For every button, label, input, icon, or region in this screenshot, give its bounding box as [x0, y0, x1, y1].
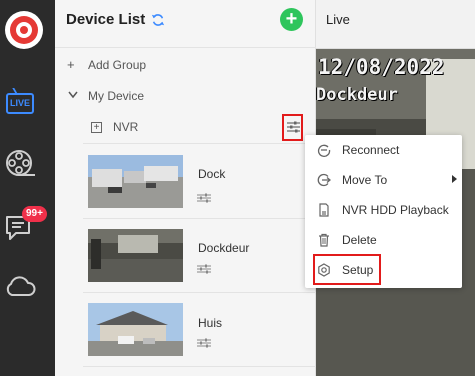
nvr-label[interactable]: NVR: [113, 120, 138, 134]
live-nav-icon[interactable]: LIVE: [6, 93, 34, 114]
submenu-arrow-icon: [452, 175, 457, 183]
trash-icon: [319, 233, 329, 247]
menu-item-move-to[interactable]: Move To: [305, 165, 462, 195]
message-count-badge: 99+: [22, 206, 47, 222]
sd-card-icon: [319, 203, 329, 217]
menu-item-label: Move To: [342, 173, 388, 187]
device-thumbnail-dock[interactable]: [88, 155, 183, 208]
live-title: Live: [326, 12, 350, 27]
chevron-down-icon[interactable]: [68, 91, 78, 99]
add-group-label[interactable]: Add Group: [88, 58, 146, 72]
device-name-huis[interactable]: Huis: [198, 316, 222, 330]
menu-item-label: Reconnect: [342, 143, 400, 157]
setup-highlight: [313, 254, 381, 285]
plus-icon: +: [67, 57, 75, 72]
device-list-panel: Device List + + Add Group My Device + NV…: [55, 0, 316, 376]
live-header: Live: [316, 0, 475, 49]
my-device-group-label[interactable]: My Device: [88, 89, 144, 103]
device-thumbnail-huis[interactable]: [88, 303, 183, 356]
osd-date: 12/08/2022: [318, 55, 445, 79]
nvr-settings-highlight: [282, 114, 303, 141]
cloud-icon[interactable]: [4, 270, 36, 302]
playback-film-icon[interactable]: [5, 147, 37, 179]
device-thumbnail-dockdeur[interactable]: [88, 229, 183, 282]
move-icon: [317, 173, 331, 187]
menu-item-label: Delete: [342, 233, 377, 247]
menu-item-reconnect[interactable]: Reconnect: [305, 135, 462, 165]
device-name-dockdeur[interactable]: Dockdeur: [198, 241, 249, 255]
device-name-dock[interactable]: Dock: [198, 167, 225, 181]
device-settings-icon[interactable]: [197, 193, 211, 203]
device-list-title: Device List: [66, 11, 146, 28]
refresh-icon[interactable]: [151, 13, 165, 27]
reconnect-icon: [317, 144, 331, 157]
device-settings-icon[interactable]: [197, 264, 211, 274]
menu-item-nvr-hdd-playback[interactable]: NVR HDD Playback: [305, 195, 462, 225]
left-rail: LIVE 99+: [0, 0, 55, 376]
menu-item-delete[interactable]: Delete: [305, 225, 462, 255]
add-device-button[interactable]: +: [280, 8, 303, 31]
osd-camera-name: Dockdeur: [316, 85, 398, 105]
device-settings-icon[interactable]: [197, 338, 211, 348]
menu-item-label: NVR HDD Playback: [342, 203, 449, 217]
app-logo: [5, 11, 43, 49]
expand-nvr-icon[interactable]: +: [91, 122, 102, 133]
